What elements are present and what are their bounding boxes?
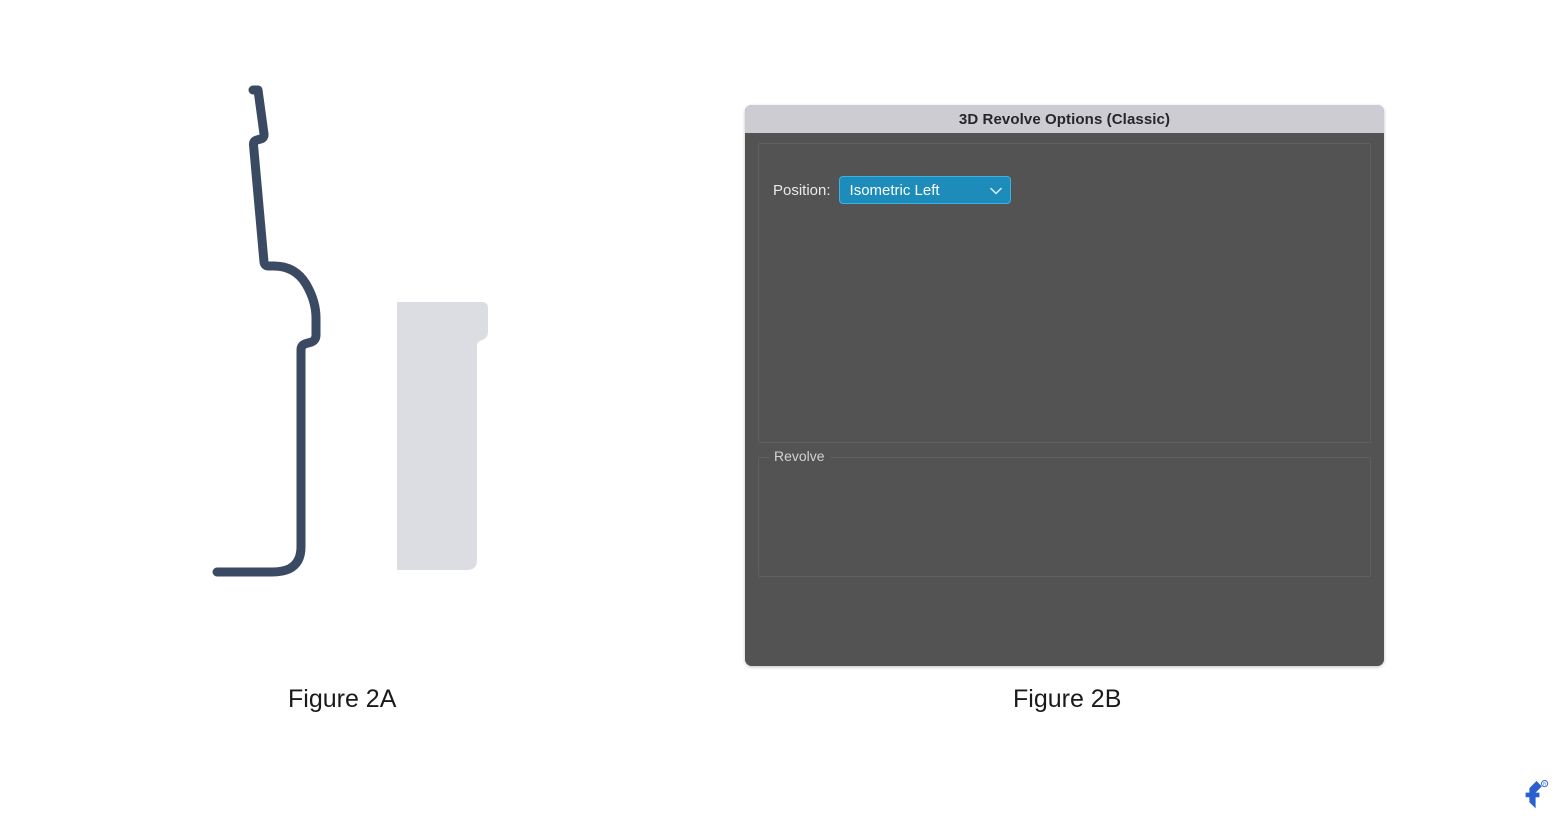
- chevron-down-icon: [976, 184, 1002, 197]
- figure-2b-caption: Figure 2B: [1013, 685, 1122, 713]
- dialog-title-bar: 3D Revolve Options (Classic): [745, 105, 1384, 133]
- dialog-body: Position: Isometric Left Revolve: [745, 133, 1384, 666]
- position-row: Position: Isometric Left: [773, 176, 1011, 204]
- revolve-group-panel: Revolve: [758, 448, 1371, 577]
- position-select[interactable]: Isometric Left: [838, 176, 1011, 204]
- profile-fill-shape: [397, 302, 488, 570]
- figure-2a-caption: Figure 2A: [288, 685, 397, 713]
- position-label: Position:: [773, 181, 831, 199]
- adobe-logo: R: [1516, 778, 1550, 817]
- revolve-legend: Revolve: [769, 448, 830, 464]
- position-select-value: Isometric Left: [849, 181, 940, 199]
- registered-trademark-mark: R: [1543, 781, 1546, 786]
- molding-profile-illustration: [212, 85, 488, 577]
- dialog-title: 3D Revolve Options (Classic): [958, 110, 1171, 128]
- profile-stroke-path: [212, 85, 321, 577]
- 3d-revolve-options-dialog: 3D Revolve Options (Classic) Position: I…: [745, 105, 1384, 666]
- adobe-logo-glyph: [1525, 781, 1542, 809]
- figure-2a: Figure 2A: [0, 0, 700, 760]
